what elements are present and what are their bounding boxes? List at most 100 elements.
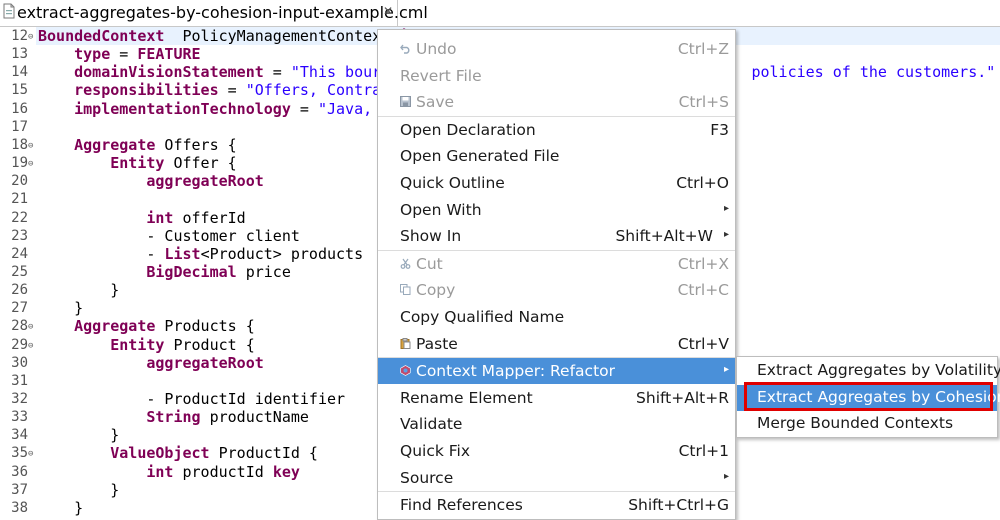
submenu-item-extract-aggregates-by-cohesion[interactable]: Extract Aggregates by Cohesion [737,384,1000,411]
fold-toggle-icon[interactable]: ⊖ [28,28,33,46]
line-number: 30 [11,354,28,371]
line-number: 21 [11,191,28,208]
paste-icon [400,337,411,349]
code-text: ValueObject ProductId { [110,444,318,463]
line-number: 19 [11,155,28,172]
submenu-item-label: Merge Bounded Contexts [757,414,954,432]
menu-item-label: Cut [416,254,443,273]
menu-item-label: Open Declaration [400,120,536,139]
submenu-arrow-icon: ▸ [723,470,729,482]
editor-tab[interactable]: extract-aggregates-by-cohesion-input-exa… [0,0,428,26]
menu-item-quick-fix[interactable]: Quick Fix Ctrl+1 [378,438,735,464]
line-number: 29 [11,336,28,353]
submenu-item-merge-bounded-contexts[interactable]: Merge Bounded Contexts [737,411,997,437]
menu-item-shortcut: Shift+Alt+R [636,388,729,407]
menu-item-copy[interactable]: Copy Ctrl+C [378,277,735,303]
code-text: responsibilities = "Offers, Contra [74,81,382,100]
line-number: 13 [11,46,28,63]
menu-item-open-generated-file[interactable]: Open Generated File [378,143,735,169]
menu-item-label: Quick Fix [400,442,471,460]
line-number: 36 [11,463,28,480]
menu-item-label: Copy Qualified Name [400,308,565,326]
submenu-arrow-icon: ▸ [723,202,729,214]
submenu-arrow-icon: ▸ [723,364,729,376]
context-mapper-icon [400,365,411,377]
menu-item-shortcut: Ctrl+V [677,334,729,353]
line-number: 15 [11,82,28,99]
code-text: int productId key [146,462,300,481]
menu-item-label: Find References [400,496,523,515]
close-icon[interactable]: ✕ [383,4,393,18]
code-text: type = FEATURE [74,45,201,64]
menu-item-quick-outline[interactable]: Quick Outline Ctrl+O [378,170,735,196]
menu-item-cut[interactable]: Cut Ctrl+X [378,251,735,277]
line-number: 18 [11,136,28,153]
menu-item-find-references[interactable]: Find References Shift+Ctrl+G [378,492,735,518]
line-number: 16 [11,100,28,117]
menu-item-show-in[interactable]: Show In ▸ Shift+Alt+W [378,223,735,249]
menu-item-label: Validate [400,415,463,434]
code-text: aggregateRoot [146,353,264,372]
code-text: - Customer client [38,226,300,245]
code-text: aggregateRoot [146,172,264,191]
line-number: 14 [11,64,28,81]
line-number: 22 [11,209,28,226]
code-text: - List<Product> products [38,244,364,263]
line-number: 32 [11,391,28,407]
menu-item-shortcut: Shift+Ctrl+G [628,496,729,515]
menu-item-label: Open Generated File [400,147,560,166]
line-number: 28 [11,318,28,335]
undo-icon [400,44,410,54]
line-number: 12 [11,28,28,44]
menu-item-rename-element[interactable]: Rename Element Shift+Alt+R [378,385,735,411]
menu-item-label: Rename Element [400,388,533,407]
menu-item-shortcut: Ctrl+Z [677,40,729,58]
save-icon [400,96,411,108]
menu-item-revert-file[interactable]: Revert File [378,63,735,89]
fold-toggle-icon[interactable]: ⊖ [28,155,33,173]
line-number: 17 [11,118,28,135]
menu-item-shortcut: Ctrl+X [677,254,729,273]
menu-item-shortcut: Ctrl+C [677,281,729,300]
menu-item-label: Undo [416,40,457,58]
editor-tab-title: extract-aggregates-by-cohesion-input-exa… [17,3,428,22]
code-text: implementationTechnology = "Java, [74,99,373,118]
context-menu: Undo Ctrl+Z Revert File Save Ctrl+S Open Decl… [377,29,736,520]
menu-item-context-mapper-refactor[interactable]: Context Mapper: Refactor ▸ [378,358,735,385]
line-number: 27 [11,300,28,317]
menu-item-label: Revert File [400,66,482,85]
fold-toggle-icon[interactable]: ⊖ [28,318,33,336]
menu-item-label: Context Mapper: Refactor [416,362,616,381]
menu-item-source[interactable]: Source ▸ [378,465,735,491]
menu-item-label: Open With [400,200,482,219]
line-number: 31 [11,372,28,389]
menu-item-validate[interactable]: Validate [378,411,735,437]
submenu-item-extract-aggregates-by-volatility[interactable]: Extract Aggregates by Volatility [737,358,1000,384]
menu-item-label: Show In [400,227,462,246]
submenu-item-label: Extract Aggregates by Cohesion [757,387,1000,406]
line-number: 24 [11,245,28,262]
line-number: 33 [11,409,28,426]
menu-item-save[interactable]: Save Ctrl+S [378,89,735,115]
menu-item-open-with[interactable]: Open With ▸ [378,197,735,223]
code-text: - ProductId identifier [38,390,346,408]
menu-item-paste[interactable]: Paste Ctrl+V [378,331,735,357]
menu-item-copy-qualified-name[interactable]: Copy Qualified Name [378,304,735,330]
menu-item-shortcut: Ctrl+S [678,93,729,112]
line-number: 23 [11,227,28,244]
code-text: int offerId [146,208,246,227]
code-text: Aggregate Products { [74,317,255,336]
cut-icon [400,258,411,269]
menu-item-label: Quick Outline [400,174,505,192]
code-text: Entity Offer { [110,154,237,173]
fold-toggle-icon[interactable]: ⊖ [28,445,33,463]
menu-item-open-declaration[interactable]: Open Declaration F3 [378,117,735,143]
menu-item-shortcut: Ctrl+1 [678,442,729,460]
fold-toggle-icon[interactable]: ⊖ [28,137,33,155]
menu-item-label: Copy [416,281,456,300]
editor-tab-bar: extract-aggregates-by-cohesion-input-exa… [0,0,1000,27]
line-number: 34 [11,427,28,444]
menu-item-undo[interactable]: Undo Ctrl+Z [378,36,735,62]
line-number: 26 [11,282,28,299]
fold-toggle-icon[interactable]: ⊖ [28,337,33,355]
